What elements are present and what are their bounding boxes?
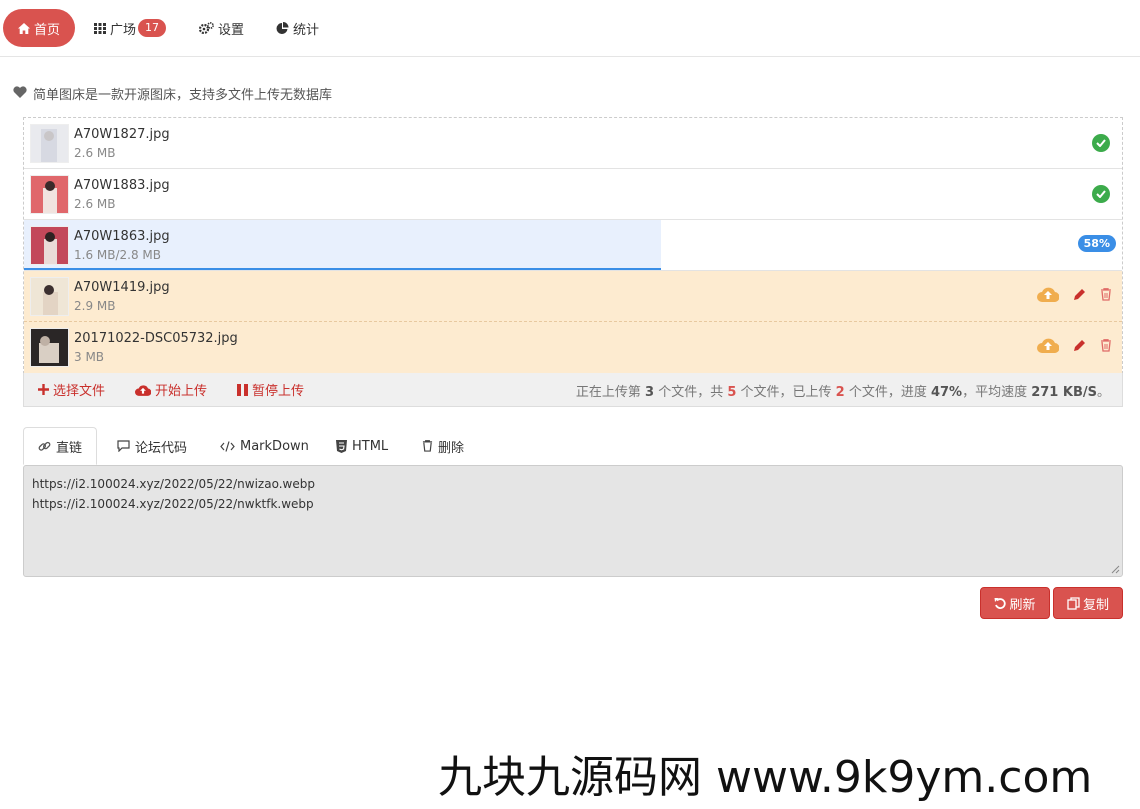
home-icon — [18, 22, 30, 34]
trash-icon — [422, 440, 433, 452]
file-name: A70W1863.jpg — [74, 229, 170, 244]
refresh-label: 刷新 — [1009, 597, 1036, 613]
nav-square-label: 广场 — [110, 22, 137, 38]
upload-percent-badge: 58% — [1077, 235, 1116, 252]
pencil-icon[interactable] — [1073, 339, 1086, 356]
tab-markdown-label: MarkDown — [240, 438, 309, 454]
file-size: 2.6 MB — [74, 146, 116, 160]
select-files-button[interactable]: 选择文件 — [38, 380, 105, 399]
file-row-actions — [1037, 286, 1112, 306]
file-name: A70W1827.jpg — [74, 127, 170, 142]
file-size: 2.9 MB — [74, 299, 116, 313]
nav-settings[interactable]: 设置 — [199, 9, 244, 47]
check-circle-icon — [1092, 185, 1110, 203]
comment-icon — [117, 440, 130, 452]
file-row: A70W1863.jpg 1.6 MB/2.8 MB 58% — [24, 220, 1122, 271]
status-text-part: ，平均速度 — [962, 385, 1032, 400]
file-thumbnail — [30, 226, 69, 265]
cloud-upload-icon[interactable] — [1037, 286, 1060, 306]
html5-icon — [336, 439, 347, 453]
plus-icon — [38, 384, 49, 395]
undo-icon — [994, 597, 1007, 609]
status-speed: 271 KB/S — [1031, 385, 1097, 400]
top-nav: 首页 广场 17 设置 统计 — [0, 0, 1140, 57]
status-percent: 47% — [930, 385, 963, 400]
tab-html-label: HTML — [352, 438, 389, 454]
tab-delete-label: 删除 — [438, 440, 465, 456]
upload-file-list: A70W1827.jpg 2.6 MB A70W1883.jpg 2.6 MB … — [23, 117, 1123, 374]
cloud-upload-icon — [135, 384, 152, 396]
resize-handle-icon[interactable] — [1111, 565, 1120, 574]
pause-icon — [237, 383, 249, 396]
file-row: A70W1827.jpg 2.6 MB — [24, 118, 1122, 169]
status-current-index: 3 — [645, 385, 655, 400]
watermark-text: 九块九源码网 www.9k9ym.com — [438, 752, 1093, 803]
start-upload-button[interactable]: 开始上传 — [135, 380, 207, 399]
intro-text-row: 简单图床是一款开源图床，支持多文件上传无数据库 — [13, 84, 332, 103]
select-files-label: 选择文件 — [53, 384, 106, 399]
tab-markdown[interactable]: MarkDown — [220, 427, 309, 465]
status-text-part: 。 — [1096, 385, 1110, 400]
pause-upload-label: 暂停上传 — [252, 384, 305, 399]
file-thumbnail — [30, 124, 69, 163]
tab-direct-link-label: 直链 — [56, 440, 83, 456]
file-size: 3 MB — [74, 350, 105, 364]
code-icon — [220, 440, 235, 452]
status-text-part: 正在上传第 — [575, 385, 646, 400]
pencil-icon[interactable] — [1073, 288, 1086, 305]
copy-button[interactable]: 复制 — [1053, 587, 1123, 619]
link-line: https://i2.100024.xyz/2022/05/22/nwizao.… — [32, 477, 315, 491]
check-circle-icon — [1092, 134, 1110, 152]
nav-home-label: 首页 — [34, 22, 61, 38]
status-uploaded-count: 2 — [835, 385, 845, 400]
copy-label: 复制 — [1082, 597, 1109, 613]
tab-delete[interactable]: 删除 — [422, 427, 464, 465]
tab-forum-code[interactable]: 论坛代码 — [117, 427, 187, 465]
nav-home[interactable]: 首页 — [3, 9, 76, 47]
file-size: 1.6 MB/2.8 MB — [74, 248, 162, 262]
tab-direct-link[interactable]: 直链 — [23, 427, 98, 465]
nav-square-badge: 17 — [138, 19, 167, 37]
file-size: 2.6 MB — [74, 197, 116, 211]
nav-stats-label: 统计 — [293, 22, 320, 38]
gears-icon — [199, 22, 214, 34]
nav-settings-label: 设置 — [218, 22, 245, 38]
link-line: https://i2.100024.xyz/2022/05/22/nwktfk.… — [32, 497, 314, 511]
file-thumbnail — [30, 175, 69, 214]
tab-html[interactable]: HTML — [336, 427, 388, 465]
file-name: 20171022-DSC05732.jpg — [74, 331, 238, 346]
tab-forum-code-label: 论坛代码 — [135, 440, 188, 456]
heart-icon — [13, 85, 27, 102]
status-text-part: 个文件，进度 — [844, 385, 931, 400]
file-thumbnail — [30, 328, 69, 367]
refresh-button[interactable]: 刷新 — [980, 587, 1050, 619]
trash-icon[interactable] — [1100, 338, 1112, 356]
file-row: A70W1883.jpg 2.6 MB — [24, 169, 1122, 220]
trash-icon[interactable] — [1100, 287, 1112, 305]
status-text-part: 个文件，共 — [654, 385, 728, 400]
file-thumbnail — [30, 277, 69, 316]
link-icon — [38, 440, 51, 453]
cloud-upload-icon[interactable] — [1037, 337, 1060, 357]
nav-square[interactable]: 广场 17 — [94, 9, 167, 47]
upload-status-text: 正在上传第 3 个文件，共 5 个文件，已上传 2 个文件，进度 47%，平均速… — [576, 381, 1110, 400]
file-row: 20171022-DSC05732.jpg 3 MB — [24, 322, 1122, 373]
link-format-tabs: 直链 论坛代码 MarkDown HTML 删除 — [23, 427, 1123, 465]
start-upload-label: 开始上传 — [155, 384, 208, 399]
upload-toolbar: 选择文件 开始上传 暂停上传 正在上传第 3 个文件，共 5 个文件，已上传 2… — [23, 373, 1123, 407]
links-textarea[interactable]: https://i2.100024.xyz/2022/05/22/nwizao.… — [23, 465, 1123, 577]
intro-text: 简单图床是一款开源图床，支持多文件上传无数据库 — [33, 88, 333, 103]
file-name: A70W1419.jpg — [74, 280, 170, 295]
upload-progress-bar — [24, 220, 661, 270]
file-name: A70W1883.jpg — [74, 178, 170, 193]
pie-chart-icon — [276, 21, 289, 35]
status-text-part: 个文件，已上传 — [736, 385, 836, 400]
file-row-actions — [1037, 337, 1112, 357]
file-row: A70W1419.jpg 2.9 MB — [24, 271, 1122, 322]
copy-icon — [1067, 596, 1080, 610]
nav-stats[interactable]: 统计 — [276, 9, 319, 47]
pause-upload-button[interactable]: 暂停上传 — [237, 380, 304, 399]
grid-icon — [94, 22, 106, 34]
